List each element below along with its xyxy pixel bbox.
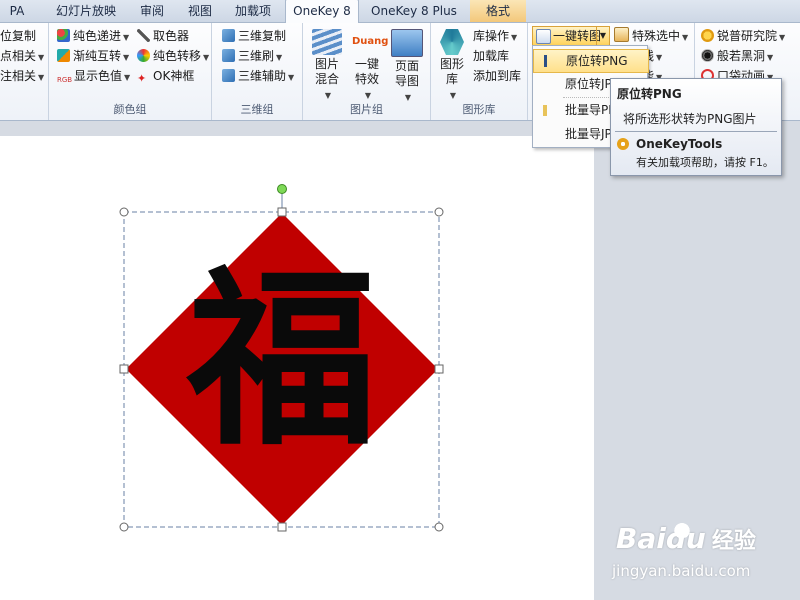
resize-handle-l[interactable] [119,364,129,374]
menu-item-icon [543,105,547,116]
resize-handle-b[interactable] [277,522,287,532]
gear-icon [617,138,629,150]
menu-item-png[interactable]: 原位转PNG [533,49,649,73]
resize-handle-tr[interactable] [434,207,444,217]
resize-handle-tl[interactable] [119,207,129,217]
tooltip-help: 有关加载项帮助，请按 F1。 [636,156,774,169]
baidu-watermark-url: jingyan.baidu.com [612,562,751,580]
fu-character: 福 [186,248,377,471]
paw-icon [668,514,696,538]
resize-handle-br[interactable] [434,522,444,532]
tooltip-separator [615,131,777,132]
menu-item-icon [544,55,547,67]
tooltip: 原位转PNG 将所选形状转为PNG图片 OneKeyTools 有关加载项帮助，… [610,78,782,176]
resize-handle-t[interactable] [277,207,287,217]
rotation-handle[interactable] [277,184,287,194]
resize-handle-r[interactable] [434,364,444,374]
tooltip-addin-name: OneKeyTools [636,137,723,151]
resize-handle-bl[interactable] [119,522,129,532]
tooltip-description: 将所选形状转为PNG图片 [623,112,757,126]
tooltip-title: 原位转PNG [617,87,682,101]
